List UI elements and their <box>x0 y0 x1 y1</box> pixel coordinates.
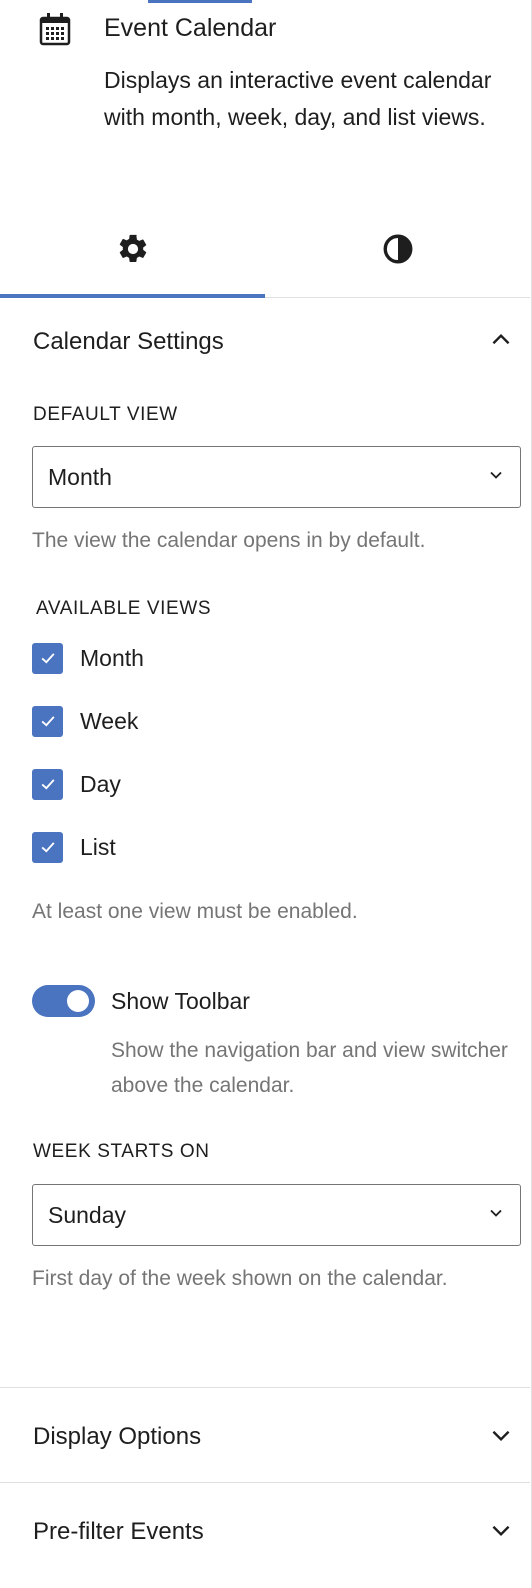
show-toolbar-label: Show Toolbar <box>111 987 250 1014</box>
checkbox-label: List <box>80 833 116 860</box>
chevron-down-icon <box>486 465 506 490</box>
week-starts-on-value: Sunday <box>48 1201 127 1228</box>
checkbox-label: Week <box>80 707 139 734</box>
chevron-down-icon <box>486 1203 506 1228</box>
tab-styles[interactable] <box>265 206 530 297</box>
checkbox-box[interactable] <box>32 642 63 674</box>
chevron-up-icon <box>488 327 514 358</box>
chevron-down-icon <box>488 1517 514 1548</box>
checkbox-box[interactable] <box>32 768 63 800</box>
contrast-icon <box>381 232 415 271</box>
chevron-down-icon <box>488 1422 514 1453</box>
section-title: Display Options <box>33 1423 202 1450</box>
gear-icon <box>116 232 150 271</box>
week-starts-on-label: WEEK STARTS ON <box>33 1141 210 1162</box>
default-view-value: Month <box>48 463 112 490</box>
show-toolbar-help: Show the navigation bar and view switche… <box>111 1039 508 1097</box>
block-inspector-panel: Event Calendar Displays an interactive e… <box>0 0 532 1588</box>
checkbox-week[interactable]: Week <box>32 705 138 737</box>
section-divider <box>0 1482 530 1483</box>
week-starts-on-help: First day of the week shown on the calen… <box>32 1267 448 1290</box>
block-card: Event Calendar Displays an interactive e… <box>0 0 530 200</box>
prefilter-events-toggle[interactable]: Pre-filter Events <box>0 1484 530 1580</box>
display-options-toggle[interactable]: Display Options <box>0 1389 530 1485</box>
block-title: Event Calendar <box>104 14 277 42</box>
inspector-tabs <box>0 206 530 298</box>
available-views-help: At least one view must be enabled. <box>32 900 358 923</box>
section-title: Calendar Settings <box>33 328 224 355</box>
tab-settings[interactable] <box>0 206 265 298</box>
checkbox-box[interactable] <box>32 831 63 863</box>
checkbox-box[interactable] <box>32 705 63 737</box>
default-view-label: DEFAULT VIEW <box>33 404 178 425</box>
show-toolbar-row: Show Toolbar <box>32 984 250 1018</box>
calendar-settings-toggle[interactable]: Calendar Settings <box>0 294 530 390</box>
default-view-help: The view the calendar opens in by defaul… <box>32 529 426 552</box>
checkbox-list[interactable]: List <box>32 831 116 863</box>
section-title: Pre-filter Events <box>33 1518 204 1545</box>
week-starts-on-select[interactable]: Sunday <box>32 1184 521 1246</box>
available-views-label: AVAILABLE VIEWS <box>36 598 212 619</box>
checkbox-month[interactable]: Month <box>32 642 144 674</box>
checkbox-label: Day <box>80 770 121 797</box>
checkbox-label: Month <box>80 644 144 671</box>
toggle-knob <box>67 990 89 1012</box>
section-divider <box>0 1387 530 1388</box>
checkbox-day[interactable]: Day <box>32 768 121 800</box>
calendar-icon <box>38 12 72 46</box>
block-description: Displays an interactive event calendar w… <box>104 67 492 130</box>
show-toolbar-toggle[interactable] <box>32 985 95 1017</box>
default-view-select[interactable]: Month <box>32 446 521 508</box>
